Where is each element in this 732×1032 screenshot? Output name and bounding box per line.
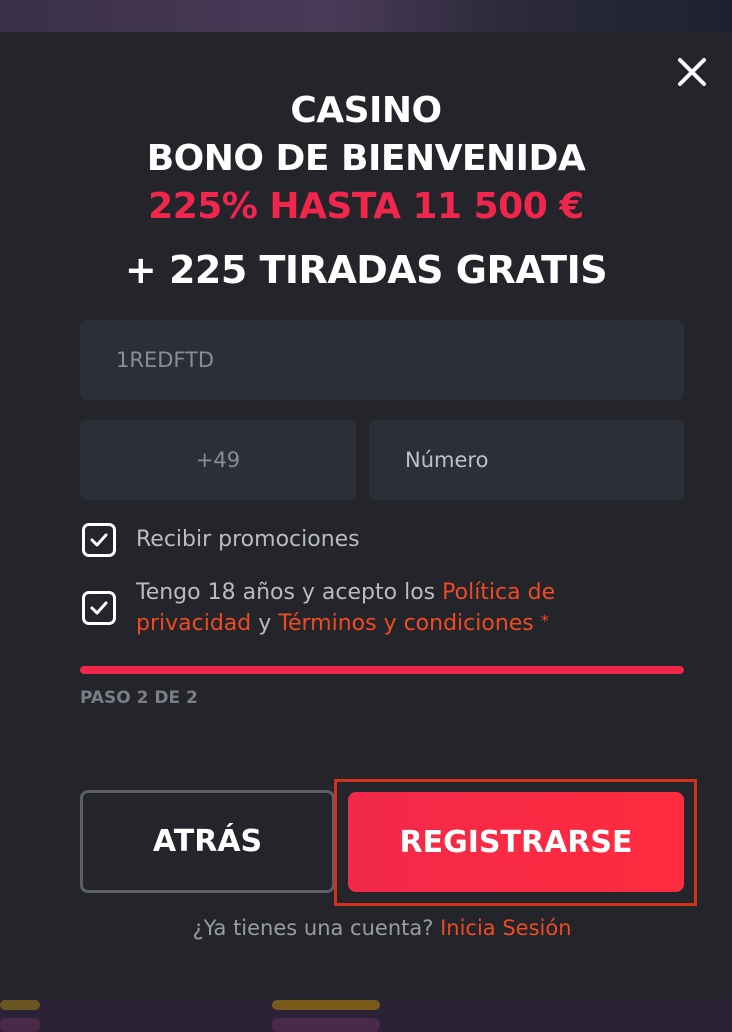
promotions-label: Recibir promociones [136,527,360,552]
terms-label: Tengo 18 años y acepto los Política de p… [136,579,676,638]
check-icon [90,601,108,615]
step-progress-bar [80,666,684,674]
phone-number-input[interactable]: Número [369,420,684,500]
backdrop-top-strip [0,0,732,32]
login-prompt: ¿Ya tienes una cuenta? Inicia Sesión [0,916,732,940]
required-marker: * [540,611,549,630]
close-button[interactable] [672,52,712,92]
terms-label-conjunction: y [258,611,272,636]
headline-casino: CASINO [290,90,442,131]
backdrop-game-tile [272,1018,380,1032]
terms-conditions-link[interactable]: Términos y condiciones [278,611,534,636]
step-label: PASO 2 DE 2 [80,688,198,708]
headline-bonus-amount: 225% HASTA 11 500 € [148,186,584,227]
headline-free-spins: + 225 TIRADAS GRATIS [124,248,608,292]
register-button[interactable]: REGISTRARSE [348,792,684,892]
promotions-checkbox[interactable] [82,523,116,557]
close-icon [678,58,706,86]
back-button[interactable]: ATRÁS [80,790,335,893]
backdrop-game-tile [0,1018,40,1032]
headline-welcome-bonus: BONO DE BIENVENIDA [146,138,586,179]
terms-label-prefix: Tengo 18 años y acepto los [136,580,436,605]
phone-country-code-select[interactable]: +49 [80,420,356,500]
backdrop-game-tile [272,1000,380,1010]
login-question: ¿Ya tienes una cuenta? [192,916,434,940]
promo-code-input[interactable]: 1REDFTD [80,320,684,400]
backdrop-game-tile [0,1000,40,1010]
terms-checkbox[interactable] [82,591,116,625]
step-progress-fill [80,666,684,674]
check-icon [90,533,108,547]
login-link[interactable]: Inicia Sesión [440,916,571,940]
